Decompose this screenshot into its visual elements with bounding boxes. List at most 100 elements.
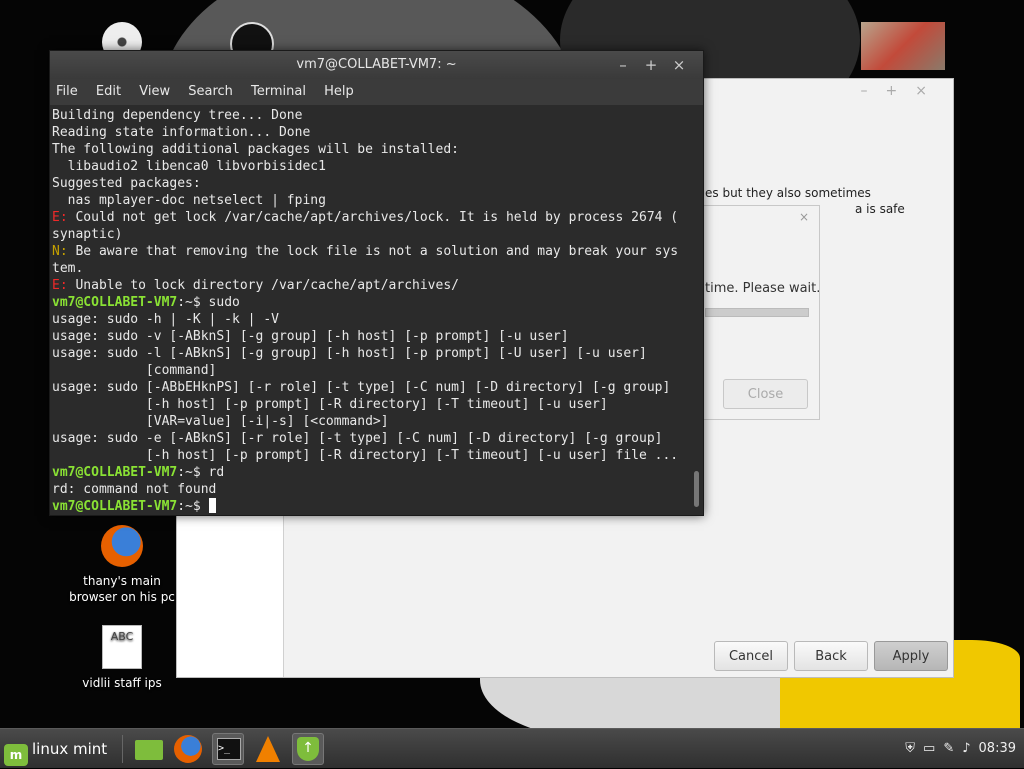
shell-prompt: vm7@COLLABET-VM7 — [52, 465, 178, 480]
prompt-path: :~$ — [177, 465, 209, 480]
progress-dialog: × time. Please wait. Close — [700, 205, 820, 420]
line-text: Suggested packages: — [52, 176, 201, 191]
terminal-icon: >_ — [217, 738, 241, 760]
text-line: es but they also sometimes — [705, 186, 871, 200]
terminal-line: Suggested packages: — [52, 175, 692, 192]
line-text: Building dependency tree... Done — [52, 108, 303, 123]
firefox-launcher[interactable] — [172, 733, 204, 765]
menu-label: linux mint — [32, 740, 108, 758]
apply-button[interactable]: Apply — [874, 641, 948, 671]
terminal-window[interactable]: vm7@COLLABET-VM7: ~ – + × File Edit View S… — [49, 50, 704, 516]
terminal-line: Reading state information... Done — [52, 124, 692, 141]
terminal-line: synaptic) — [52, 226, 692, 243]
terminal-scrollbar[interactable] — [694, 471, 699, 507]
photo-thumbnail-icon — [861, 22, 945, 70]
error-tag: E: — [52, 210, 68, 225]
terminal-line: nas mplayer-doc netselect | fping — [52, 192, 692, 209]
shield-icon: ↑ — [297, 737, 319, 761]
cancel-button[interactable]: Cancel — [714, 641, 788, 671]
desktop-icon-label: vidlii staff ips — [82, 676, 162, 690]
folder-icon — [135, 740, 163, 760]
line-text: Unable to lock directory /var/cache/apt/… — [67, 278, 459, 293]
start-menu-button[interactable]: m linux mint — [4, 735, 108, 766]
line-text: usage: sudo -h | -K | -k | -V — [52, 312, 279, 327]
linux-mint-icon: m — [4, 744, 28, 766]
terminal-line: [command] — [52, 362, 692, 379]
line-text: usage: sudo [-ABbEHknPS] [-r role] [-t t… — [52, 380, 671, 395]
menu-search[interactable]: Search — [188, 84, 233, 99]
line-text: rd: command not found — [52, 482, 217, 497]
prompt-path: :~$ — [177, 499, 209, 513]
desktop-icon-photo[interactable] — [860, 22, 946, 76]
terminal-launcher[interactable]: >_ — [212, 733, 244, 765]
close-icon[interactable]: × — [799, 210, 809, 224]
line-text: [-h host] [-p prompt] [-R directory] [-T… — [52, 397, 608, 412]
line-text: sudo — [208, 295, 240, 310]
terminal-line: Building dependency tree... Done — [52, 107, 692, 124]
update-manager-launcher[interactable]: ↑ — [292, 733, 324, 765]
menu-file[interactable]: File — [56, 84, 78, 99]
terminal-output[interactable]: Building dependency tree... Done Reading … — [52, 107, 692, 513]
desktop-icon-firefox[interactable]: thany's main browser on his pc — [66, 525, 178, 605]
line-text: nas mplayer-doc netselect | fping — [52, 193, 326, 208]
menu-edit[interactable]: Edit — [96, 84, 121, 99]
close-button[interactable]: × — [665, 51, 693, 79]
firefox-icon — [174, 735, 202, 763]
terminal-line: E: Unable to lock directory /var/cache/a… — [52, 277, 692, 294]
menu-help[interactable]: Help — [324, 84, 354, 99]
text-cursor — [208, 498, 216, 513]
line-text: tem. — [52, 261, 84, 276]
files-launcher[interactable] — [133, 733, 165, 765]
keyboard-icon[interactable]: ▭ — [923, 741, 935, 756]
notice-tag: N: — [52, 244, 68, 259]
menu-terminal[interactable]: Terminal — [251, 84, 306, 99]
menu-view[interactable]: View — [139, 84, 170, 99]
terminal-titlebar[interactable]: vm7@COLLABET-VM7: ~ – + × — [50, 51, 703, 79]
back-button[interactable]: Back — [794, 641, 868, 671]
line-text: rd — [208, 465, 225, 480]
terminal-line: [-h host] [-p prompt] [-R directory] [-T… — [52, 447, 692, 464]
line-text: usage: sudo -e [-ABknS] [-r role] [-t ty… — [52, 431, 663, 446]
line-text: Reading state information... Done — [52, 125, 311, 140]
terminal-line: libaudio2 libenca0 libvorbisidec1 — [52, 158, 692, 175]
shield-icon[interactable]: ⛨ — [905, 741, 915, 756]
line-text: Could not get lock /var/cache/apt/archiv… — [67, 210, 679, 225]
dialog-close-button[interactable]: Close — [723, 379, 808, 409]
maximize-button[interactable]: + — [637, 51, 665, 79]
desktop-icon-document[interactable]: ABC vidlii staff ips — [66, 625, 178, 691]
vlc-icon — [256, 736, 280, 762]
line-text: [VAR=value] [-i|-s] [<command>] — [52, 414, 389, 429]
firefox-icon — [101, 525, 143, 567]
network-icon[interactable]: ✎ — [943, 741, 954, 756]
window-controls[interactable]: –+× — [861, 83, 945, 99]
terminal-line: The following additional packages will b… — [52, 141, 692, 158]
terminal-line: vm7@COLLABET-VM7:~$ rd — [52, 464, 692, 481]
terminal-line: usage: sudo [-ABbEHknPS] [-r role] [-t t… — [52, 379, 692, 396]
window-title: vm7@COLLABET-VM7: ~ — [296, 57, 457, 72]
line-text: Be aware that removing the lock file is … — [67, 244, 679, 259]
volume-icon[interactable]: ♪ — [962, 741, 970, 756]
taskbar-separator — [122, 735, 123, 763]
terminal-line: [-h host] [-p prompt] [-R directory] [-T… — [52, 396, 692, 413]
line-text: [-h host] [-p prompt] [-R directory] [-T… — [52, 448, 679, 463]
error-tag: E: — [52, 278, 68, 293]
system-tray: ⛨ ▭ ✎ ♪ 08:39 — [897, 729, 1016, 769]
line-text: usage: sudo -l [-ABknS] [-g group] [-h h… — [52, 346, 647, 361]
clock[interactable]: 08:39 — [979, 741, 1016, 756]
vlc-launcher[interactable] — [252, 733, 284, 765]
terminal-line: E: Could not get lock /var/cache/apt/arc… — [52, 209, 692, 226]
shell-prompt: vm7@COLLABET-VM7 — [52, 499, 178, 513]
window-controls: – + × — [609, 51, 693, 79]
progress-bar — [705, 308, 809, 317]
line-text: synaptic) — [52, 227, 123, 242]
terminal-line: vm7@COLLABET-VM7:~$ sudo — [52, 294, 692, 311]
terminal-line: vm7@COLLABET-VM7:~$ — [52, 498, 692, 513]
terminal-line: usage: sudo -l [-ABknS] [-g group] [-h h… — [52, 345, 692, 362]
terminal-line: tem. — [52, 260, 692, 277]
terminal-menubar: File Edit View Search Terminal Help — [50, 79, 703, 105]
terminal-line: usage: sudo -h | -K | -k | -V — [52, 311, 692, 328]
terminal-line: usage: sudo -v [-ABknS] [-g group] [-h h… — [52, 328, 692, 345]
line-text: usage: sudo -v [-ABknS] [-g group] [-h h… — [52, 329, 569, 344]
shell-prompt: vm7@COLLABET-VM7 — [52, 295, 178, 310]
minimize-button[interactable]: – — [609, 51, 637, 79]
